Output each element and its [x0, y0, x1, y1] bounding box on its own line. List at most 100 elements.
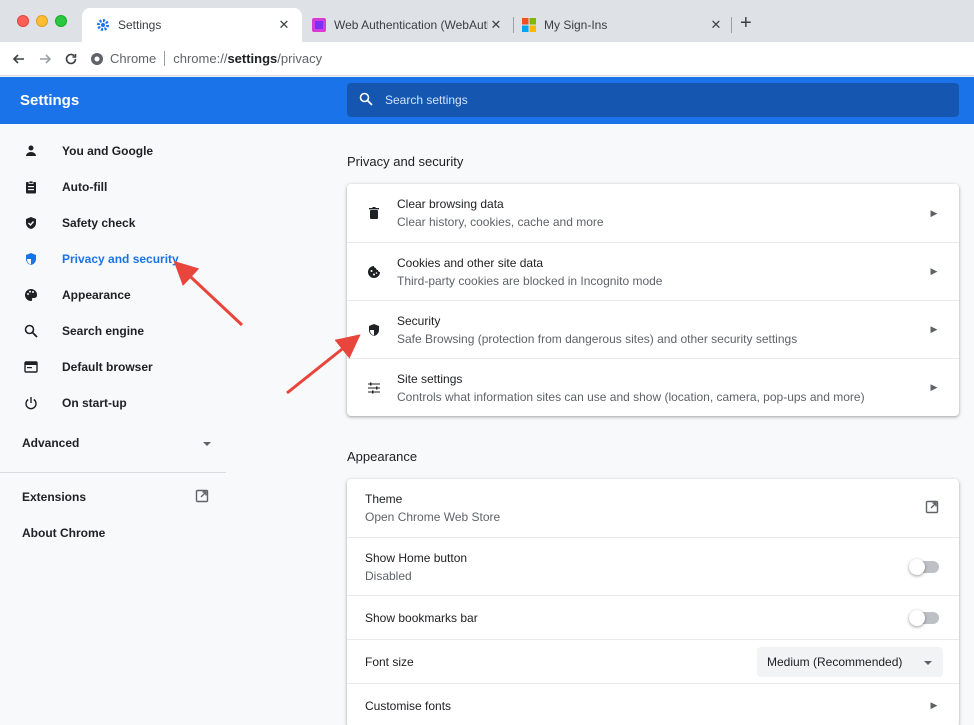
caret-down-icon: [202, 436, 212, 450]
row-title: Show bookmarks bar: [365, 610, 478, 625]
appearance-section-title: Appearance: [347, 449, 418, 464]
cookies-row[interactable]: Cookies and other site data Third-party …: [347, 242, 959, 300]
sidebar-item-label: Default browser: [62, 360, 153, 374]
bookmarks-bar-row[interactable]: Show bookmarks bar: [347, 595, 959, 639]
appearance-card: Theme Open Chrome Web Store Show Home bu…: [347, 479, 959, 725]
browser-icon: [22, 358, 40, 376]
sidebar-item-about-chrome[interactable]: About Chrome: [22, 526, 105, 540]
maximize-window-button[interactable]: [55, 15, 67, 27]
forward-arrow-icon[interactable]: [34, 48, 56, 70]
microsoft-logo-icon: [522, 18, 536, 32]
sidebar-item-label: Auto-fill: [62, 180, 108, 194]
cookie-icon: [365, 263, 383, 281]
row-title: Site settings: [397, 371, 463, 386]
gear-icon: [96, 18, 110, 32]
chevron-right-icon: ▶: [930, 324, 938, 334]
omnibox-url: chrome://settings/privacy: [173, 51, 323, 66]
bookmarks-bar-toggle[interactable]: [909, 609, 939, 626]
home-button-toggle[interactable]: [909, 558, 939, 575]
row-title: Font size: [365, 654, 414, 669]
sidebar-item-search-engine[interactable]: Search engine: [0, 316, 228, 346]
tab-webauthn[interactable]: Web Authentication (WebAuthn ✕: [304, 8, 512, 42]
clear-browsing-data-row[interactable]: Clear browsing data Clear history, cooki…: [347, 184, 959, 242]
sidebar-item-label: You and Google: [62, 144, 154, 158]
privacy-card: Clear browsing data Clear history, cooki…: [347, 184, 959, 416]
sidebar-item-privacy-and-security[interactable]: Privacy and security: [0, 244, 228, 274]
caret-down-icon: [923, 655, 933, 669]
chrome-logo-icon: [90, 52, 104, 66]
font-size-select[interactable]: Medium (Recommended): [757, 646, 943, 677]
sidebar-item-autofill[interactable]: Auto-fill: [0, 172, 228, 202]
chevron-right-icon: ▶: [930, 266, 938, 276]
sidebar: You and Google Auto-fill Safety check Pr…: [0, 124, 228, 725]
browser-toolbar: Chrome chrome://settings/privacy: [0, 42, 974, 76]
row-title: Customise fonts: [365, 698, 452, 713]
open-in-new-icon[interactable]: [195, 489, 209, 503]
sidebar-item-label: Search engine: [62, 324, 145, 338]
tab-label: Web Authentication (WebAuthn: [334, 18, 488, 32]
row-subtitle: Third-party cookies are blocked in Incog…: [397, 273, 663, 288]
close-tab-icon[interactable]: ✕: [708, 17, 724, 33]
open-in-new-icon[interactable]: [925, 500, 939, 517]
new-tab-button[interactable]: +: [740, 13, 752, 33]
search-input[interactable]: [385, 93, 885, 107]
font-size-value: Medium (Recommended): [767, 654, 903, 669]
site-settings-row[interactable]: Site settings Controls what information …: [347, 358, 959, 416]
sidebar-item-safety-check[interactable]: Safety check: [0, 208, 228, 238]
omnibox-site-label: Chrome: [110, 51, 166, 66]
reload-icon[interactable]: [60, 48, 82, 70]
clipboard-icon: [22, 178, 40, 196]
close-tab-icon[interactable]: ✕: [276, 17, 292, 33]
title-bar: Settings ✕ Web Authentication (WebAuthn …: [0, 0, 974, 42]
sidebar-divider: [0, 472, 226, 473]
customise-fonts-row[interactable]: Customise fonts ▶: [347, 683, 959, 725]
person-icon: [22, 142, 40, 160]
search-icon: [22, 322, 40, 340]
font-size-row: Font size Medium (Recommended): [347, 639, 959, 683]
tab-settings[interactable]: Settings ✕: [82, 8, 302, 42]
sidebar-advanced-label: Advanced: [22, 436, 80, 450]
row-subtitle: Clear history, cookies, cache and more: [397, 215, 604, 229]
power-icon: [22, 394, 40, 412]
address-bar[interactable]: Chrome chrome://settings/privacy: [90, 51, 322, 66]
sidebar-advanced-toggle[interactable]: Advanced: [22, 436, 212, 450]
tab-label: Settings: [118, 18, 162, 32]
security-row[interactable]: Security Safe Browsing (protection from …: [347, 300, 959, 358]
row-title: Cookies and other site data: [397, 255, 544, 270]
minimize-window-button[interactable]: [36, 15, 48, 27]
security-shield-icon: [365, 321, 383, 339]
chevron-right-icon: ▶: [930, 382, 938, 392]
close-tab-icon[interactable]: ✕: [488, 17, 504, 33]
shield-check-icon: [22, 214, 40, 232]
back-arrow-icon[interactable]: [8, 48, 30, 70]
sidebar-item-label: On start-up: [62, 396, 127, 410]
sidebar-item-label: Safety check: [62, 216, 136, 230]
row-title: Security: [397, 313, 441, 328]
close-window-button[interactable]: [17, 15, 29, 27]
privacy-section-title: Privacy and security: [347, 154, 464, 169]
settings-main: You and Google Auto-fill Safety check Pr…: [0, 124, 974, 725]
search-box[interactable]: [347, 83, 959, 117]
sidebar-item-default-browser[interactable]: Default browser: [0, 352, 228, 382]
tab-separator: [731, 17, 732, 33]
shield-icon: [22, 250, 40, 268]
chevron-right-icon: ▶: [930, 700, 938, 710]
trash-icon: [365, 204, 383, 222]
row-subtitle: Open Chrome Web Store: [365, 510, 501, 524]
sidebar-item-extensions[interactable]: Extensions: [22, 490, 86, 504]
sidebar-item-you-and-google[interactable]: You and Google: [0, 136, 228, 166]
row-title: Show Home button: [365, 550, 468, 565]
sidebar-item-on-start-up[interactable]: On start-up: [0, 388, 228, 418]
home-button-row[interactable]: Show Home button Disabled: [347, 537, 959, 595]
tab-my-sign-ins[interactable]: My Sign-Ins ✕: [514, 8, 732, 42]
sidebar-item-label: Appearance: [62, 288, 131, 302]
sidebar-item-label: Privacy and security: [62, 252, 179, 266]
row-title: Clear browsing data: [397, 197, 504, 211]
tab-label: My Sign-Ins: [544, 18, 608, 32]
row-title: Theme: [365, 492, 403, 506]
sidebar-item-appearance[interactable]: Appearance: [0, 280, 228, 310]
search-icon: [359, 92, 373, 109]
row-subtitle: Safe Browsing (protection from dangerous…: [397, 331, 798, 346]
settings-header: Settings: [0, 77, 974, 124]
theme-row[interactable]: Theme Open Chrome Web Store: [347, 479, 959, 537]
